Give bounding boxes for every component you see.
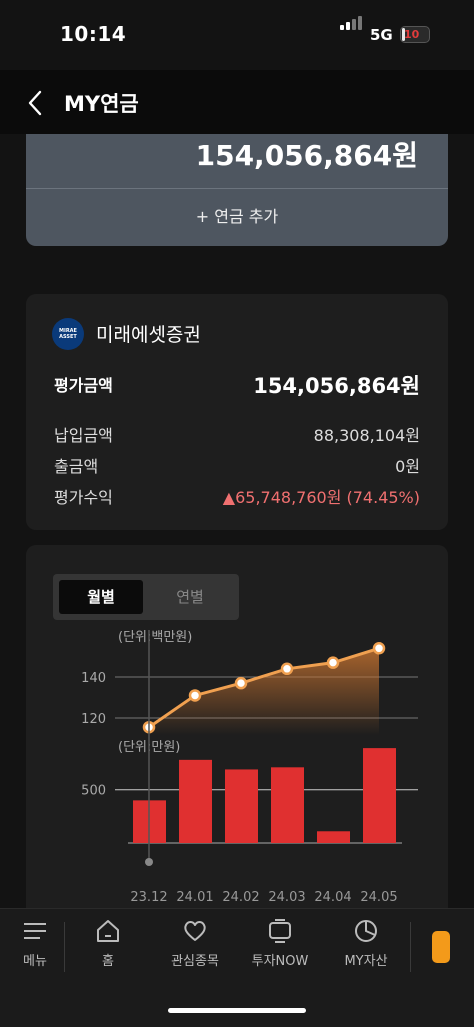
nav-home[interactable]: 홈: [73, 918, 143, 969]
home-indicator: [168, 1008, 306, 1013]
nav-divider: [410, 922, 411, 972]
area-unit-label: (단위:백만원): [118, 630, 192, 645]
pie-chart-icon: [355, 920, 377, 942]
nav-menu[interactable]: 메뉴: [0, 918, 70, 969]
home-icon: [97, 920, 119, 942]
bar: [363, 748, 396, 843]
nav-menu-label: 메뉴: [23, 954, 47, 969]
x-tick-label: 23.12: [130, 890, 167, 905]
area-y-tick: 140: [81, 671, 106, 686]
nav-my-assets[interactable]: MY자산: [331, 918, 401, 969]
x-tick-label: 24.04: [314, 890, 351, 905]
bar: [225, 769, 258, 843]
area-point: [188, 689, 202, 702]
area-point: [326, 656, 340, 669]
nav-invest-now-label: 투자NOW: [251, 954, 309, 969]
nav-divider: [64, 922, 65, 972]
nav-watchlist-label: 관심종목: [171, 954, 219, 969]
nav-home-label: 홈: [102, 954, 114, 969]
pension-chart: (단위:백만원)120140(단위:만원)50023.1224.0124.022…: [81, 630, 418, 905]
area-fill: [149, 648, 379, 735]
bar: [179, 759, 212, 843]
bar: [317, 831, 350, 843]
area-point: [372, 642, 386, 655]
bar-y-tick: 500: [81, 784, 106, 799]
x-tick-label: 24.02: [222, 890, 259, 905]
area-y-tick: 120: [81, 712, 106, 727]
area-point: [234, 676, 248, 690]
x-tick-label: 24.03: [268, 890, 305, 905]
tv-icon: [269, 919, 291, 943]
area-point: [280, 662, 294, 676]
x-tick-label: 24.05: [360, 890, 397, 905]
nav-my-assets-label: MY자산: [344, 954, 388, 969]
nav-watchlist[interactable]: 관심종목: [160, 918, 230, 969]
heart-icon: [184, 921, 206, 941]
nav-invest-now[interactable]: 투자NOW: [245, 918, 315, 969]
crosshair-dot: [145, 858, 153, 866]
side-shortcut-button[interactable]: [432, 931, 450, 963]
bar: [271, 767, 304, 843]
menu-icon: [24, 923, 46, 939]
x-tick-label: 24.01: [176, 890, 213, 905]
